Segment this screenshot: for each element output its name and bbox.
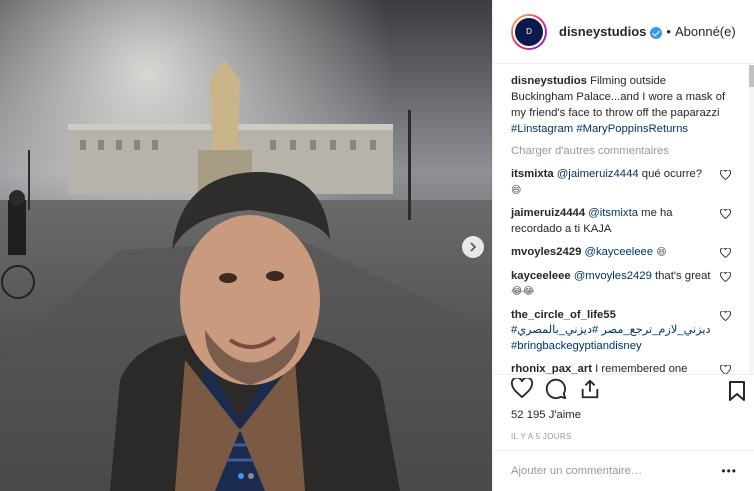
comment-mention[interactable]: @mvoyles2429 <box>574 270 652 282</box>
heart-icon[interactable] <box>511 378 533 398</box>
more-options-icon[interactable]: ••• <box>721 464 737 478</box>
hashtag-link[interactable]: #MaryPoppinsReturns <box>576 123 688 135</box>
comment-emoji: 😄 <box>656 247 667 258</box>
scrollbar-thumb[interactable] <box>749 65 754 87</box>
like-comment-heart-icon[interactable] <box>720 209 731 219</box>
comment-item: kayceeleee @mvoyles2429 that's great 😂😂 <box>511 269 737 300</box>
add-comment-bar: ••• <box>493 450 754 491</box>
like-comment-heart-icon[interactable] <box>720 271 731 282</box>
comment-emoji: 😂😂 <box>511 286 535 297</box>
post-timestamp: IL Y A 5 JOURS <box>511 432 572 441</box>
share-icon[interactable] <box>579 378 601 400</box>
bookmark-icon[interactable] <box>728 380 746 402</box>
comment-item: jaimeruiz4444 @itsmixta me ha recordado … <box>511 206 737 237</box>
comments-scrollbar[interactable] <box>749 65 754 374</box>
comment-text: qué ocurre? <box>641 168 703 180</box>
carousel-indicator <box>0 473 492 479</box>
avatar-image: D <box>513 15 545 48</box>
carousel-dot <box>248 473 254 479</box>
comment-username[interactable]: mvoyles2429 <box>511 246 581 258</box>
like-comment-heart-icon[interactable] <box>720 248 731 258</box>
hashtag-link[interactable]: #Linstagram <box>511 123 573 135</box>
caption: disneystudios Filming outside Buckingham… <box>511 73 737 137</box>
comment-username[interactable]: the_circle_of_life55 <box>511 309 616 321</box>
header-separator: • <box>666 24 671 39</box>
post-actions <box>511 378 601 400</box>
comment-text: that's great <box>655 269 711 282</box>
comment-item: the_circle_of_life55 #ديزني_لازم_ترجع_مص… <box>511 308 737 355</box>
comment-input[interactable] <box>511 465 722 477</box>
load-more-comments-link[interactable]: Charger d'autres commentaires <box>511 145 737 157</box>
caption-username[interactable]: disneystudios <box>511 75 587 87</box>
comment-item: rhonix_pax_art I remembered one episode … <box>511 362 737 375</box>
comment-mention[interactable]: @itsmixta <box>588 207 638 219</box>
comment-hashtag-link[interactable]: #bringbackegyptiandisney <box>511 340 642 352</box>
photo-image <box>0 0 492 491</box>
comments-list[interactable]: disneystudios Filming outside Buckingham… <box>493 65 754 375</box>
comment-hashtags[interactable]: #ديزني_لازم_ترجع_مصر #ديزني_بالمصري <box>511 324 711 336</box>
comment-username[interactable]: jaimeruiz4444 <box>511 207 585 219</box>
follow-status-button[interactable]: Abonné(e) <box>675 24 736 39</box>
like-comment-heart-icon[interactable] <box>720 170 731 180</box>
header-username[interactable]: disneystudios <box>559 24 646 39</box>
comment-username[interactable]: rhonix_pax_art <box>511 363 592 374</box>
comment-mention[interactable]: @jaimeruiz4444 <box>557 168 639 180</box>
comment-username[interactable]: itsmixta <box>511 168 554 180</box>
post-side-panel: D disneystudios • Abonné(e) disneystudio… <box>492 0 754 491</box>
comment-emoji: 😄 <box>511 184 522 196</box>
comment-item: itsmixta @jaimeruiz4444 qué ocurre? 😄 <box>511 167 737 198</box>
carousel-dot-active <box>238 473 244 479</box>
verified-badge-icon <box>650 26 663 39</box>
comment-item: mvoyles2429 @kayceeleee 😄 <box>511 245 737 261</box>
like-comment-heart-icon[interactable] <box>720 310 731 321</box>
avatar[interactable]: D <box>511 13 547 50</box>
post-photo[interactable] <box>0 0 492 491</box>
chevron-right-icon <box>470 242 477 252</box>
comment-mention[interactable]: @kayceeleee <box>585 246 654 258</box>
like-comment-heart-icon[interactable] <box>720 365 731 375</box>
likes-count[interactable]: 52 195 J'aime <box>511 409 581 421</box>
next-photo-button[interactable] <box>462 236 484 258</box>
comment-icon[interactable] <box>545 378 567 400</box>
post-header: D disneystudios • Abonné(e) <box>493 0 754 64</box>
comment-username[interactable]: kayceeleee <box>511 270 571 282</box>
